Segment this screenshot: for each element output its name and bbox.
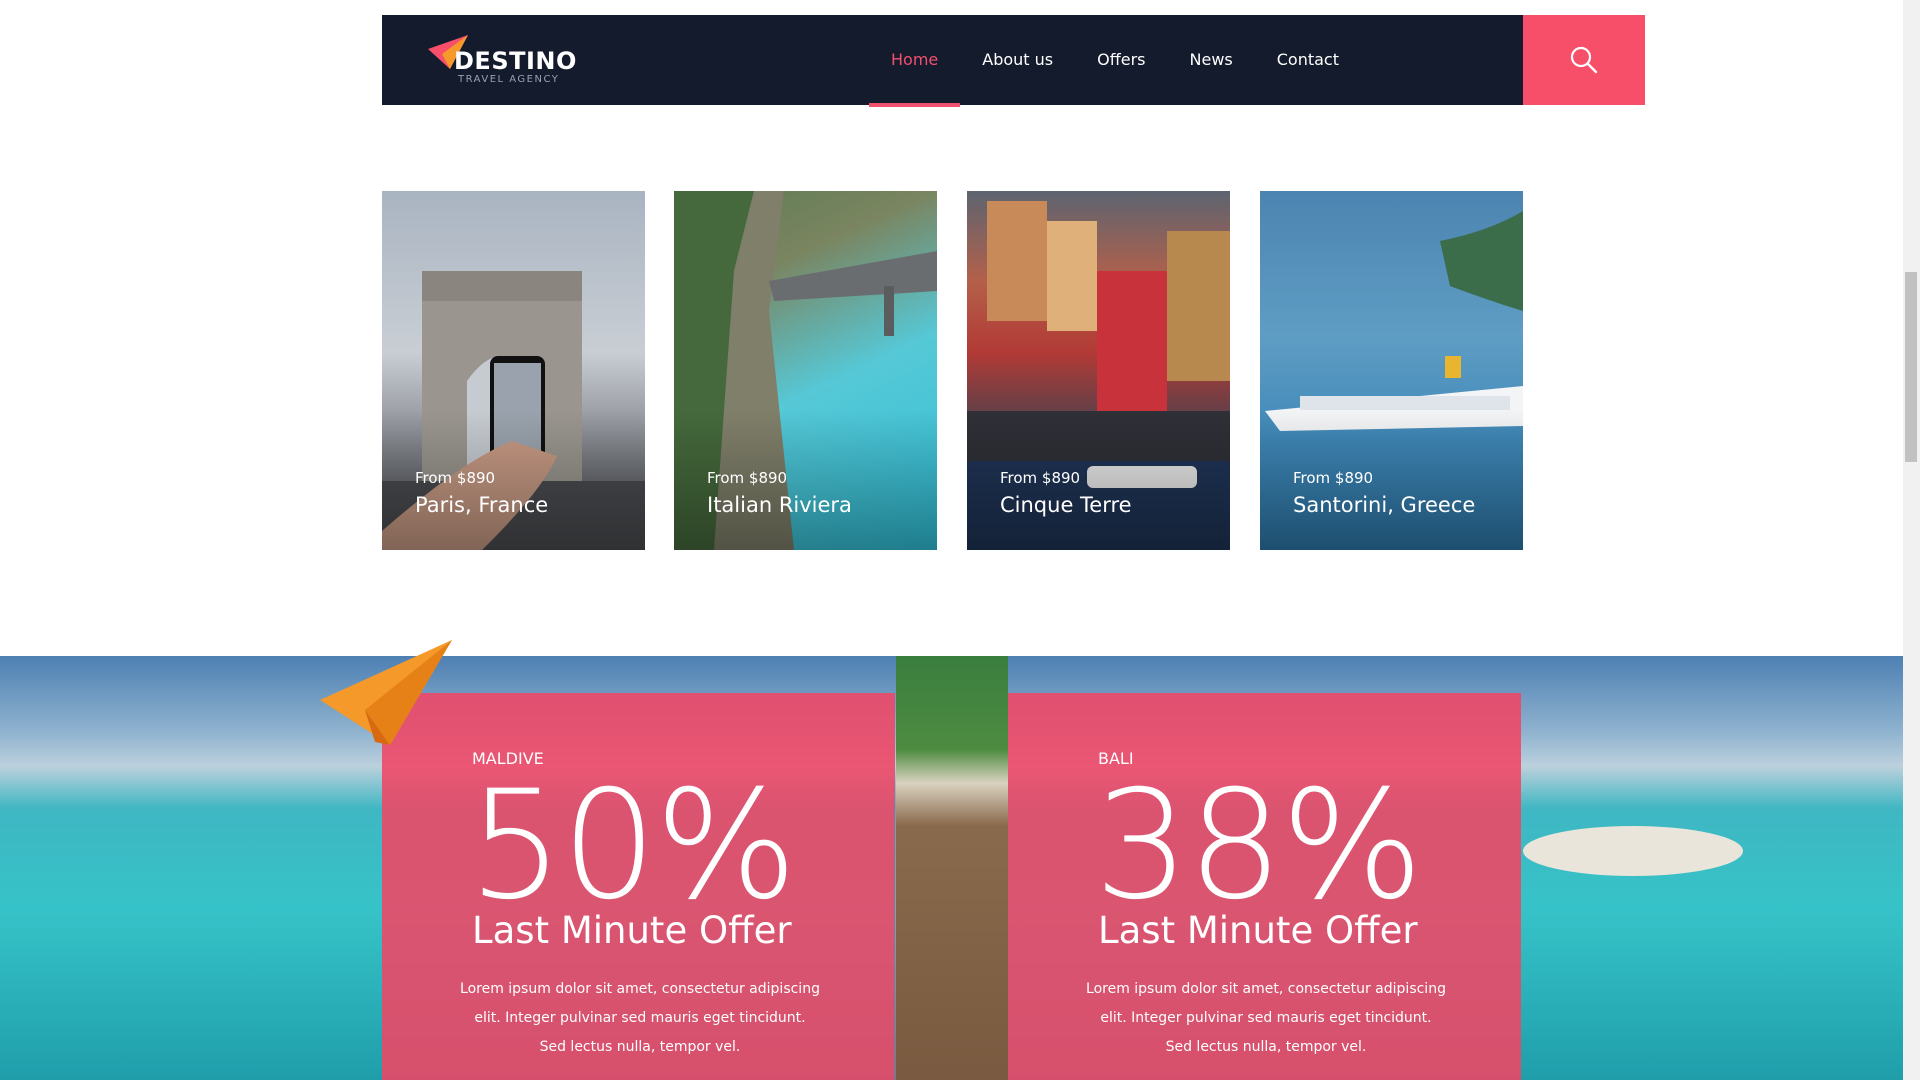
- site-header: DESTINO TRAVEL AGENCY Home About us Offe…: [382, 15, 1645, 107]
- destination-card-santorini[interactable]: From $890 Santorini, Greece: [1260, 191, 1523, 550]
- card-title: Italian Riviera: [707, 493, 852, 517]
- main-nav: Home About us Offers News Contact: [869, 15, 1361, 107]
- paper-plane-icon: [320, 640, 452, 745]
- last-minute-offers-section: MALDIVE 50% Last Minute Offer Lorem ipsu…: [0, 656, 1903, 1080]
- nav-item-offers[interactable]: Offers: [1075, 15, 1167, 105]
- destination-cards: From $890 Paris, France From $890 Italia…: [382, 191, 1523, 550]
- offer-description: Lorem ipsum dolor sit amet, consectetur …: [1086, 981, 1446, 1055]
- card-price: From $890: [415, 469, 496, 487]
- page-scrollbar[interactable]: [1903, 0, 1920, 1080]
- offer-description: Lorem ipsum dolor sit amet, consectetur …: [460, 981, 820, 1055]
- nav-item-news[interactable]: News: [1168, 15, 1255, 105]
- logo[interactable]: DESTINO TRAVEL AGENCY: [428, 35, 578, 95]
- offer-headline: Last Minute Offer: [1098, 909, 1418, 952]
- destination-card-italian-riviera[interactable]: From $890 Italian Riviera: [674, 191, 937, 550]
- card-price: From $890: [1293, 469, 1374, 487]
- search-icon: [1570, 46, 1598, 74]
- card-title: Santorini, Greece: [1293, 493, 1476, 517]
- brand-tagline: TRAVEL AGENCY: [458, 74, 560, 85]
- card-title: Cinque Terre: [1000, 493, 1132, 517]
- card-price: From $890: [1000, 469, 1081, 487]
- scrollbar-thumb[interactable]: [1905, 272, 1917, 462]
- offer-discount: 38%: [1094, 759, 1423, 933]
- brand-name: DESTINO: [454, 47, 577, 75]
- nav-item-home[interactable]: Home: [869, 15, 961, 107]
- destination-card-paris[interactable]: From $890 Paris, France: [382, 191, 645, 550]
- nav-item-contact[interactable]: Contact: [1255, 15, 1361, 105]
- offer-headline: Last Minute Offer: [472, 909, 792, 952]
- nav-item-about-us[interactable]: About us: [960, 15, 1075, 105]
- offer-card-maldive[interactable]: MALDIVE 50% Last Minute Offer Lorem ipsu…: [382, 693, 895, 1080]
- sandbar-background: [1523, 826, 1743, 876]
- offer-discount: 50%: [468, 759, 797, 933]
- card-title: Paris, France: [415, 493, 549, 517]
- card-price: From $890: [707, 469, 788, 487]
- jetty-background: [896, 656, 1008, 1080]
- offer-card-bali[interactable]: BALI 38% Last Minute Offer Lorem ipsum d…: [1008, 693, 1521, 1080]
- destination-card-cinque-terre[interactable]: From $890 Cinque Terre: [967, 191, 1230, 550]
- search-button[interactable]: [1523, 15, 1645, 105]
